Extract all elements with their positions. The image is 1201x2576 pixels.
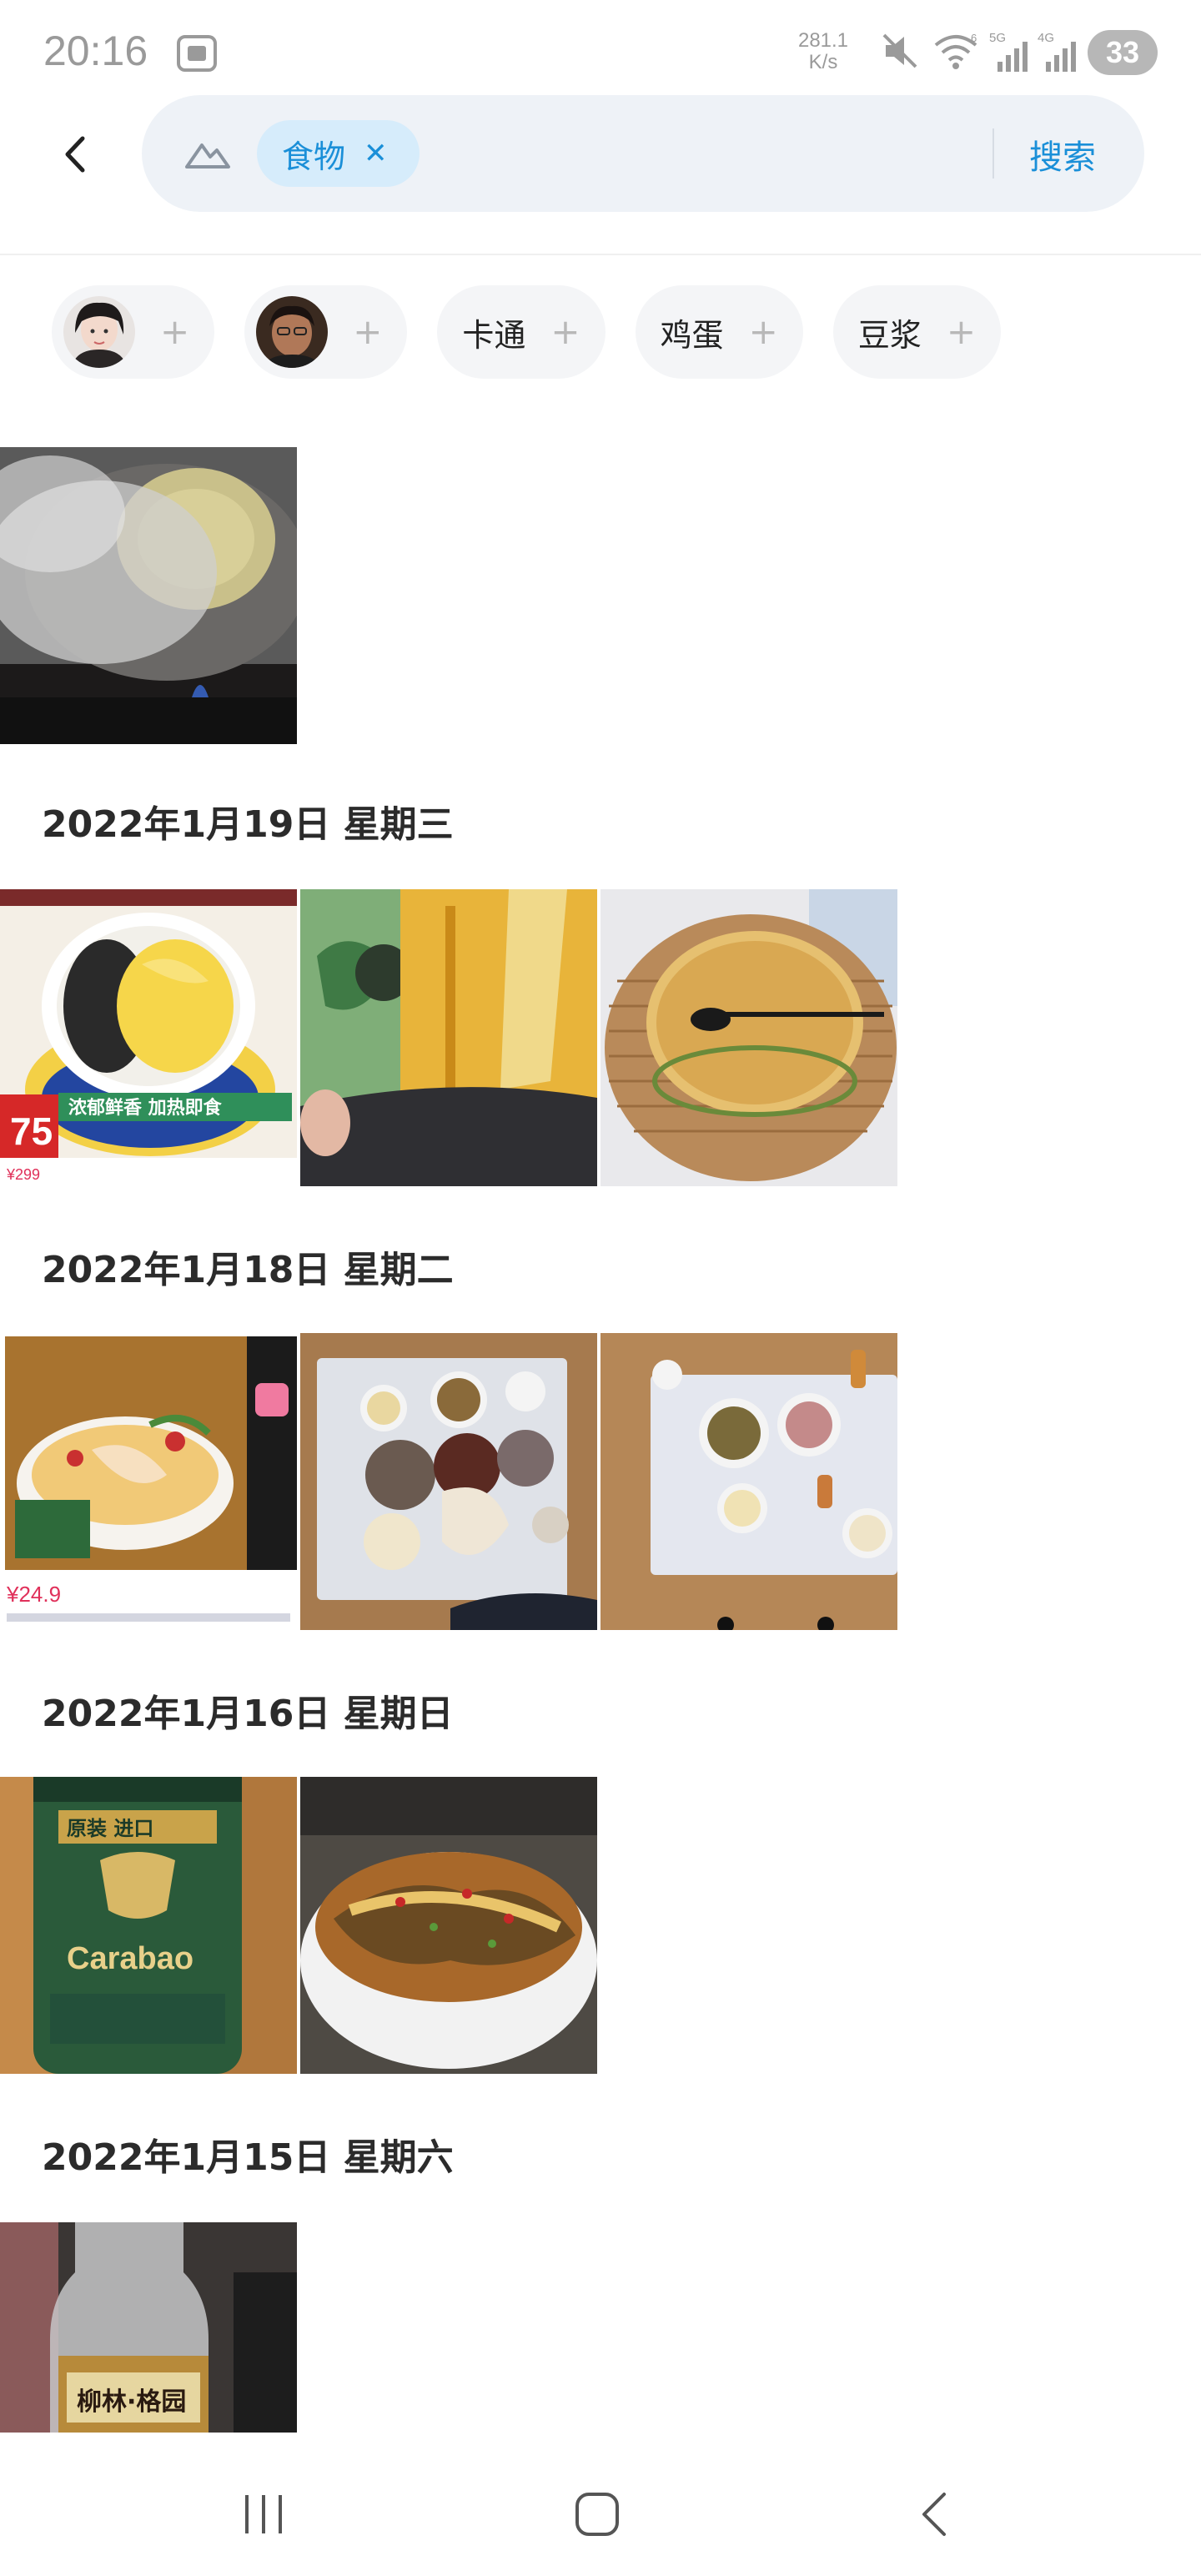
food-photo-dumpling-bowl[interactable]: 浓郁鲜香 加热即食 75 ¥299 [0,889,297,1186]
section-date: 2022年1月18日 星期二 [42,1249,454,1291]
photo-price-big: 75 [10,1109,53,1153]
section-date: 2022年1月15日 星期六 [42,2136,454,2179]
plus-icon: + [353,311,383,352]
back-icon[interactable] [884,2473,984,2556]
can-brand-text: Carabao [67,1941,193,1976]
close-icon[interactable]: ✕ [364,139,388,168]
search-box[interactable]: 食物 ✕ 搜索 [142,95,1144,212]
signal-4g-icon: 4G [1038,31,1076,72]
food-photo-beer-bottle[interactable]: 柳林·格园 [0,2222,297,2433]
screenshot-icon [177,35,217,72]
net-speed-value: 281.1 [797,29,849,52]
suggestion-label: 鸡蛋 [660,316,724,354]
home-icon[interactable] [547,2473,647,2556]
plus-icon: + [550,311,580,352]
food-photo-pancake[interactable] [600,889,897,1186]
suggestion-tag-cartoon[interactable]: 卡通 + [437,285,606,379]
status-time: 20:16 [43,28,148,74]
plus-icon: + [160,311,190,352]
header-divider [0,254,1201,255]
landscape-icon [185,143,230,169]
suggestion-tag-soymilk[interactable]: 豆浆 + [832,285,1002,379]
section-date: 2022年1月19日 星期三 [42,803,454,846]
food-photo-steaming-wok[interactable] [0,447,297,744]
food-photo-carabao-can[interactable]: 原装 进口 Carabao [0,1777,297,2074]
avatar [256,296,329,368]
search-divider [992,128,994,179]
can-top-text: 原装 进口 [67,1817,153,1840]
back-button[interactable] [50,125,100,184]
svg-text:5G: 5G [989,31,1006,45]
search-query-label: 食物 [282,138,346,175]
plus-icon: + [748,311,778,352]
chevron-left-icon [65,136,85,173]
battery-icon: 33 [1088,30,1158,75]
suggestion-label: 卡通 [462,316,526,354]
food-photo-fish-stew[interactable] [300,1777,597,2074]
wifi-icon: 6 [934,32,977,69]
signal-5g-icon: 5G [989,31,1028,72]
food-photo-table-dishes[interactable] [300,1333,597,1630]
navigation-bar [0,2433,1201,2576]
net-speed-unit: K/s [808,51,838,73]
suggestion-row: + + 卡通 + 鸡蛋 + 豆浆 + [52,285,1002,379]
search-query-chip[interactable]: 食物 ✕ [257,120,420,187]
mute-icon [882,33,917,68]
svg-text:6: 6 [971,32,977,44]
avatar [63,296,135,368]
section-date: 2022年1月16日 星期日 [42,1693,454,1735]
suggestion-tag-egg[interactable]: 鸡蛋 + [635,285,803,379]
photo-price: ¥24.9 [6,1582,61,1607]
search-button[interactable]: 搜索 [1029,130,1096,179]
photo-price-small: ¥299 [6,1166,40,1183]
suggestion-label: 豆浆 [857,316,922,354]
net-speed: 281.1 K/s [794,30,852,73]
suggestion-person-1[interactable]: + [52,285,215,379]
svg-text:4G: 4G [1038,31,1054,45]
bottle-label-text: 柳林·格园 [77,2387,186,2417]
food-photo-table-meal[interactable] [600,1333,897,1630]
status-bar: 20:16 281.1 K/s 6 5G 4G 33 [0,0,1201,100]
food-photo-noodle-ad[interactable]: ¥24.9 [0,1333,297,1630]
suggestion-person-2[interactable]: + [244,285,408,379]
plus-icon: + [946,311,977,352]
photo-banner-text: 浓郁鲜香 加热即食 [68,1097,223,1119]
food-photo-snack-package[interactable] [300,889,597,1186]
recent-apps-icon[interactable] [214,2473,314,2556]
